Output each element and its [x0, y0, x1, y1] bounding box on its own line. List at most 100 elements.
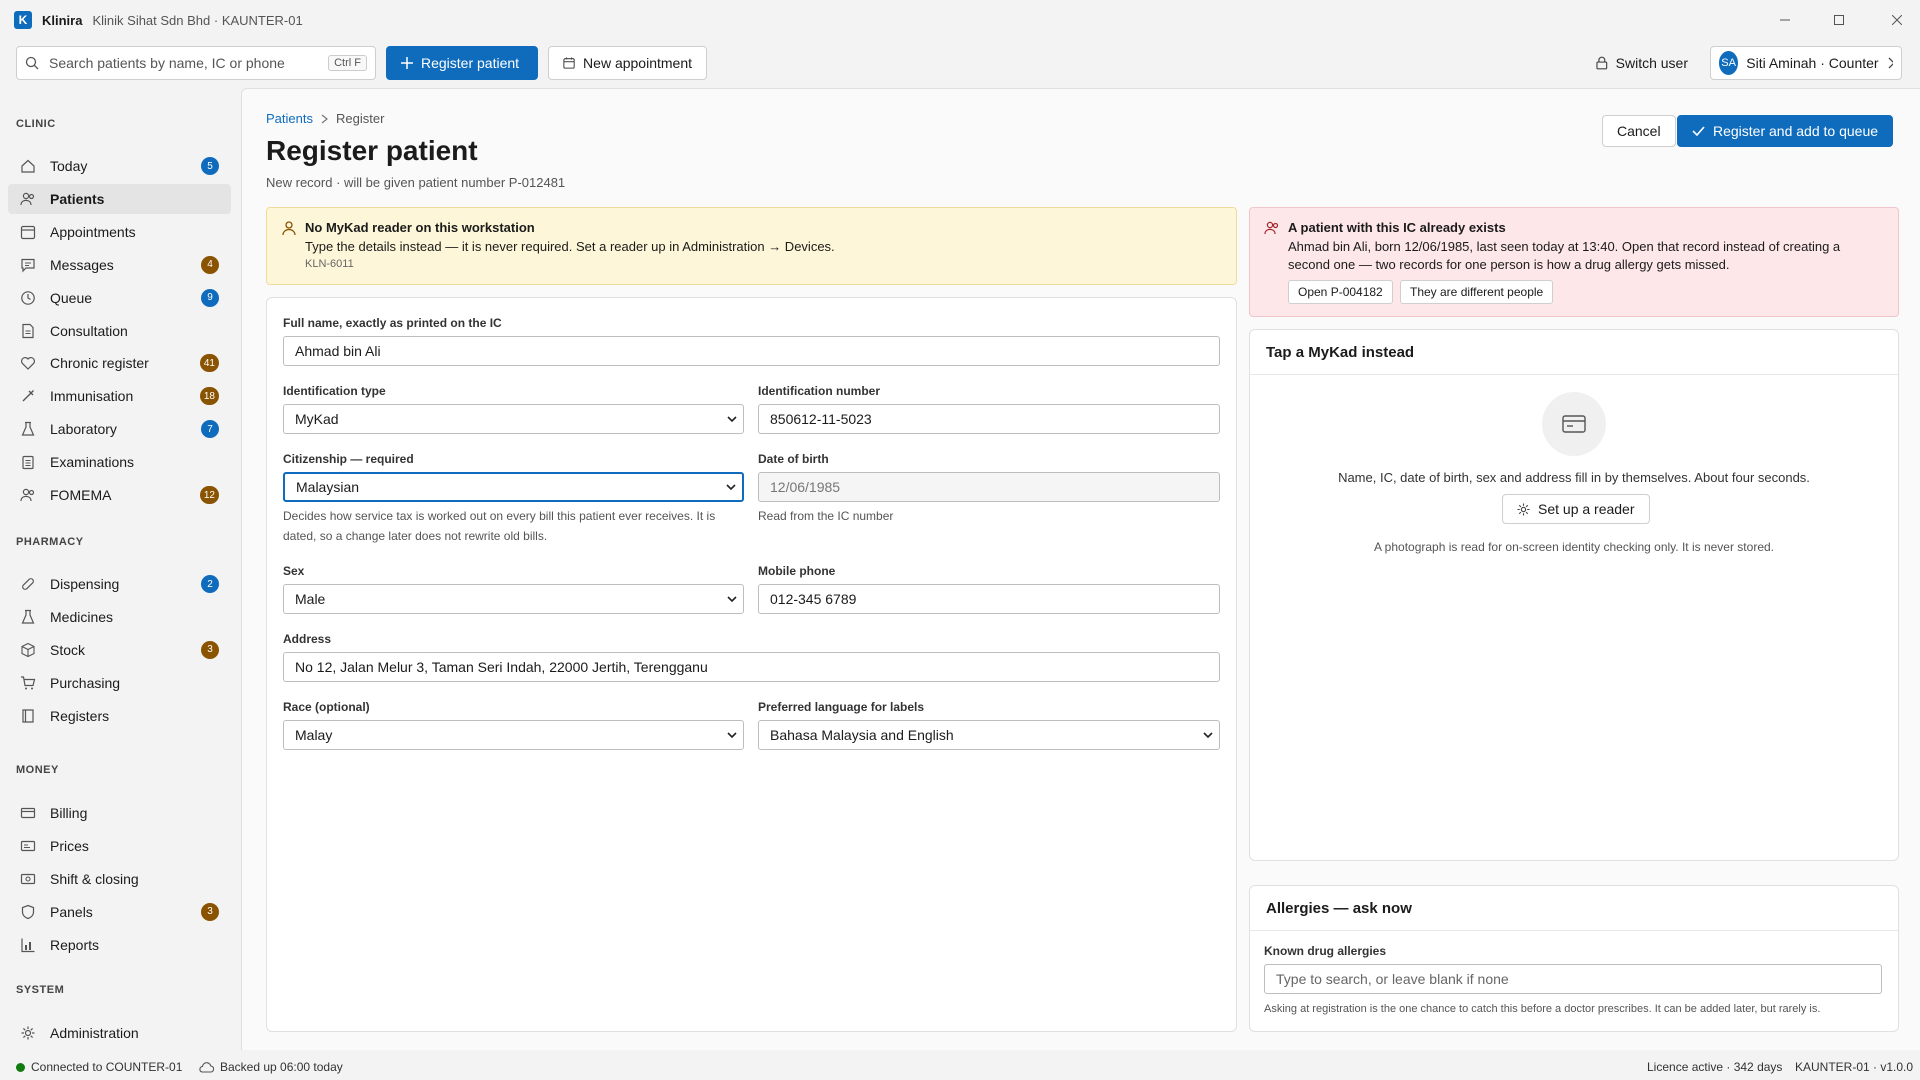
- sidebar-item-dispensing[interactable]: Dispensing 2: [8, 569, 231, 599]
- sidebar-item-billing[interactable]: Billing: [8, 798, 231, 828]
- section-clinic: CLINIC: [16, 118, 56, 130]
- full-name-label: Full name, exactly as printed on the IC: [283, 316, 502, 330]
- sidebar-item-administration[interactable]: Administration: [8, 1018, 231, 1048]
- minimize-button[interactable]: [1762, 0, 1808, 40]
- clipboard-icon: [22, 455, 34, 470]
- count-badge: 3: [201, 902, 219, 921]
- dob-label: Date of birth: [758, 452, 829, 466]
- new-appointment-button[interactable]: New appointment: [548, 46, 707, 80]
- chevron-down-icon: [727, 415, 737, 422]
- sidebar-item-label: Prices: [50, 837, 89, 854]
- allergies-card: Allergies — ask now Known drug allergies…: [1249, 885, 1899, 1032]
- open-existing-record-button[interactable]: Open P-004182: [1288, 280, 1393, 304]
- sidebar-item-today[interactable]: Today 5: [8, 151, 231, 181]
- different-people-button[interactable]: They are different people: [1400, 280, 1554, 304]
- sidebar-item-patients[interactable]: Patients: [8, 183, 231, 214]
- backup-text: Backed up 06:00 today: [220, 1060, 343, 1074]
- registration-form-card: Full name, exactly as printed on the IC …: [266, 297, 1237, 1032]
- citizenship-hint: Decides how service tax is worked out on…: [283, 506, 744, 546]
- sidebar: CLINIC Today 5 Patients Appointments Message…: [0, 88, 240, 1050]
- breadcrumb-patients-link[interactable]: Patients: [266, 111, 313, 126]
- warning-title: No MyKad reader on this workstation: [305, 220, 535, 235]
- sidebar-item-label: Reports: [50, 936, 100, 953]
- sidebar-item-laboratory[interactable]: Laboratory 7: [8, 414, 231, 444]
- document-icon: [22, 323, 34, 338]
- register-and-queue-button[interactable]: Register and add to queue: [1677, 115, 1894, 147]
- calendar-icon: [20, 225, 36, 239]
- sidebar-item-reports[interactable]: Reports: [8, 930, 231, 960]
- sidebar-item-queue[interactable]: Queue 9: [8, 283, 231, 313]
- cancel-button[interactable]: Cancel: [1602, 115, 1676, 147]
- citizenship-label: Citizenship — required: [283, 452, 414, 466]
- sidebar-item-label: Medicines: [50, 608, 114, 625]
- sidebar-item-chronic-register[interactable]: Chronic register 41: [8, 348, 231, 378]
- tag-icon: [20, 840, 36, 851]
- book-icon: [22, 708, 34, 723]
- id-card-icon: [1562, 415, 1586, 433]
- full-name-field[interactable]: Ahmad bin Ali: [283, 336, 1220, 366]
- sidebar-item-prices[interactable]: Prices: [8, 831, 231, 861]
- sidebar-item-label: Registers: [50, 707, 110, 724]
- chevron-down-icon: [727, 595, 737, 602]
- divider: [1250, 374, 1898, 375]
- language-select[interactable]: Bahasa Malaysia and English: [758, 720, 1220, 750]
- sidebar-item-label: Immunisation: [50, 388, 134, 405]
- address-field[interactable]: No 12, Jalan Melur 3, Taman Seri Indah, …: [283, 652, 1220, 682]
- sidebar-item-consultation[interactable]: Consultation: [8, 316, 231, 346]
- syringe-icon: [22, 390, 34, 402]
- cloud-icon: [199, 1061, 214, 1073]
- version-info: KAUNTER-01 · v1.0.0: [1795, 1060, 1914, 1074]
- sidebar-item-shift-closing[interactable]: Shift & closing: [8, 864, 231, 894]
- window-context: Klinik Sihat Sdn Bhd · KAUNTER-01: [92, 12, 303, 28]
- connection-text: Connected to COUNTER-01: [31, 1060, 183, 1074]
- sidebar-item-immunisation[interactable]: Immunisation 18: [8, 381, 231, 411]
- register-patient-button[interactable]: Register patient: [386, 46, 538, 80]
- set-up-reader-button[interactable]: Set up a reader: [1502, 494, 1650, 524]
- calendar-icon: [563, 57, 575, 69]
- person-warning-icon: [282, 221, 296, 236]
- close-window-button[interactable]: [1874, 0, 1920, 40]
- citizenship-select[interactable]: Malaysian: [283, 472, 744, 502]
- mykad-note: A photograph is read for on-screen ident…: [1374, 540, 1774, 554]
- sidebar-item-label: Messages: [50, 256, 114, 273]
- sidebar-item-label: Stock: [50, 641, 86, 658]
- card-reader-illustration: [1542, 392, 1606, 456]
- user-menu-button[interactable]: SA Siti Aminah · Counter: [1710, 46, 1902, 80]
- minimize-icon: [1780, 19, 1790, 21]
- sidebar-item-medicines[interactable]: Medicines: [8, 602, 231, 632]
- chevron-down-icon: [726, 483, 736, 490]
- people-icon: [1264, 221, 1279, 235]
- id-type-select[interactable]: MyKad: [283, 404, 744, 434]
- chevron-right-icon: [321, 114, 328, 123]
- switch-user-button[interactable]: Switch user: [1582, 46, 1702, 80]
- maximize-button[interactable]: [1816, 0, 1862, 40]
- sex-select[interactable]: Male: [283, 584, 744, 614]
- sidebar-item-purchasing[interactable]: Purchasing: [8, 668, 231, 698]
- pill-icon: [22, 578, 34, 590]
- sidebar-item-registers[interactable]: Registers: [8, 701, 231, 731]
- shield-icon: [21, 904, 35, 919]
- search-shortcut: Ctrl F: [328, 55, 367, 71]
- sex-value: Male: [295, 591, 326, 607]
- search-icon: [25, 56, 39, 70]
- check-icon: [1692, 126, 1705, 136]
- id-number-field[interactable]: 850612-11-5023: [758, 404, 1220, 434]
- sidebar-item-panels[interactable]: Panels 3: [8, 897, 231, 927]
- chevron-down-icon: [1203, 731, 1213, 738]
- race-select[interactable]: Malay: [283, 720, 744, 750]
- mobile-field[interactable]: 012-345 6789: [758, 584, 1220, 614]
- warning-text: Type the details instead — it is never r…: [305, 239, 835, 254]
- sidebar-item-appointments[interactable]: Appointments: [8, 217, 231, 247]
- patient-search-input[interactable]: Search patients by name, IC or phone Ctr…: [16, 46, 376, 80]
- lock-icon: [1596, 56, 1608, 70]
- sidebar-item-messages[interactable]: Messages 4: [8, 250, 231, 280]
- sidebar-item-examinations[interactable]: Examinations: [8, 447, 231, 477]
- close-icon: [1892, 15, 1902, 25]
- flask-icon: [21, 422, 35, 436]
- sex-label: Sex: [283, 564, 305, 578]
- sidebar-item-fomema[interactable]: FOMEMA 12: [8, 480, 231, 510]
- sidebar-item-label: Administration: [50, 1025, 139, 1041]
- dob-field: 12/06/1985: [758, 472, 1220, 502]
- sidebar-item-stock[interactable]: Stock 3: [8, 635, 231, 665]
- allergies-input[interactable]: Type to search, or leave blank if none: [1264, 964, 1882, 994]
